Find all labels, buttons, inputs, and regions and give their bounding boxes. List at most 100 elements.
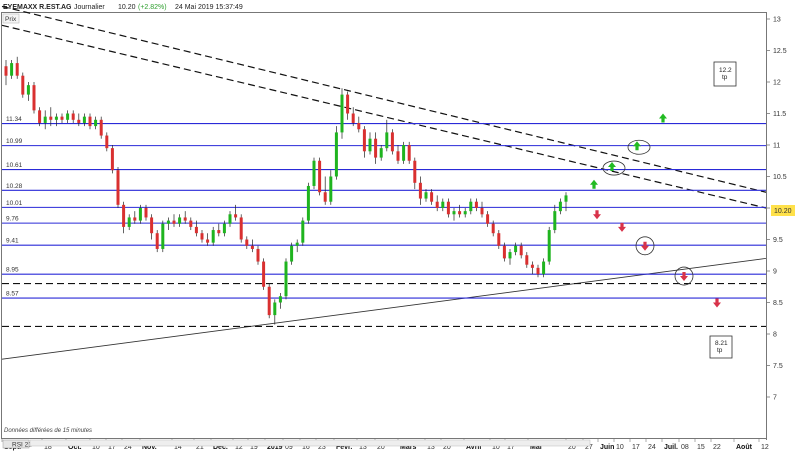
y-tick-label: 10.5 [773, 174, 787, 181]
candle-up [273, 302, 277, 316]
candle-down [15, 63, 19, 76]
candle-down [105, 135, 109, 149]
level-label: 11.34 [6, 116, 22, 123]
candle-down [116, 170, 120, 205]
candle-up [508, 252, 512, 259]
x-tick-label: 12 [761, 444, 769, 451]
candle-up [211, 230, 215, 243]
y-tick-label: 7.5 [773, 363, 783, 370]
header-price: 10.20 [118, 4, 136, 11]
candle-down [206, 239, 210, 243]
plot-background [0, 0, 806, 454]
candle-down [200, 233, 204, 240]
candle-down [362, 129, 366, 152]
level-label: 9.41 [6, 238, 19, 245]
header-datetime: 24 Mai 2019 15:37:49 [175, 4, 243, 11]
prix-label: Prix [5, 16, 17, 23]
x-tick-label: Juil. [664, 444, 678, 451]
level-label: 10.99 [6, 138, 23, 145]
candle-down [374, 138, 378, 158]
candle-down [351, 113, 355, 123]
candle-up [542, 261, 546, 275]
candle-down [430, 192, 434, 202]
y-tick-label: 11.5 [773, 111, 786, 118]
candle-up [43, 116, 47, 123]
candle-up [424, 192, 428, 199]
candle-up [166, 220, 170, 224]
candle-up [514, 245, 518, 253]
candle-up [385, 132, 389, 149]
y-tick-label: 9.5 [773, 237, 783, 244]
candle-down [396, 151, 400, 161]
candle-down [110, 148, 114, 171]
candle-up [553, 211, 557, 231]
level-label: 10.28 [6, 183, 23, 190]
candle-down [346, 94, 350, 114]
level-label: 10.01 [6, 200, 23, 207]
candle-up [312, 160, 316, 186]
candle-up [368, 138, 372, 152]
stock-chart: EYEMAXX R.EST.AG Journalier 10.20 (+2.82… [0, 0, 806, 454]
x-tick-label: 08 [681, 444, 689, 451]
candle-up [301, 220, 305, 243]
candle-up [564, 195, 568, 202]
candle-down [245, 239, 249, 246]
candle-up [66, 113, 70, 120]
candle-up [54, 116, 58, 120]
candle-down [262, 261, 266, 287]
candle-down [99, 119, 103, 136]
candle-down [413, 160, 417, 183]
candle-down [239, 217, 243, 240]
candle-down [267, 286, 271, 316]
candle-down [21, 75, 25, 95]
header-change: (+2.82%) [138, 4, 167, 11]
candle-down [32, 85, 36, 111]
target-box-lower-value: 8.21 [715, 340, 728, 347]
candle-down [88, 116, 92, 127]
candle-down [502, 245, 506, 259]
candle-up [94, 119, 98, 127]
candle-up [547, 230, 551, 262]
candle-up [278, 296, 282, 303]
candle-down [486, 214, 490, 224]
candle-up [284, 261, 288, 297]
x-tick-label: Août [736, 444, 753, 451]
x-tick-label: 24 [648, 444, 656, 451]
last-price-tag-value: 10.20 [774, 208, 792, 215]
candle-down [183, 217, 187, 221]
y-tick-label: 12.5 [773, 48, 787, 55]
candle-down [234, 214, 238, 218]
candle-down [250, 245, 254, 249]
candle-up [290, 245, 294, 262]
candle-down [497, 233, 501, 246]
candle-down [155, 233, 159, 249]
candle-down [144, 208, 148, 218]
candle-up [340, 94, 344, 133]
x-tick-label: 22 [713, 444, 721, 451]
candle-down [446, 201, 450, 215]
level-label: 10.61 [6, 162, 23, 169]
candle-down [323, 192, 327, 202]
candle-down [491, 223, 495, 234]
candle-down [133, 217, 137, 221]
candle-down [318, 160, 322, 193]
y-tick-label: 9 [773, 269, 777, 276]
mini-scrollbar[interactable] [29, 439, 591, 447]
candle-up [138, 208, 142, 221]
candle-down [150, 217, 154, 234]
y-tick-label: 7 [773, 395, 777, 402]
x-tick-label: Juin [600, 444, 614, 451]
candle-down [458, 211, 462, 215]
candle-down [77, 119, 81, 123]
candle-down [519, 245, 523, 256]
target-box-upper-value: 12.2 [719, 67, 732, 74]
candle-down [256, 248, 260, 262]
candle-down [38, 110, 42, 123]
chart-svg: EYEMAXX R.EST.AG Journalier 10.20 (+2.82… [0, 0, 806, 454]
level-label: 8.57 [6, 291, 19, 298]
candle-down [525, 255, 529, 265]
x-tick-label: 17 [632, 444, 640, 451]
candle-down [390, 132, 394, 152]
candle-up [161, 223, 165, 249]
x-tick-label: 15 [697, 444, 705, 451]
